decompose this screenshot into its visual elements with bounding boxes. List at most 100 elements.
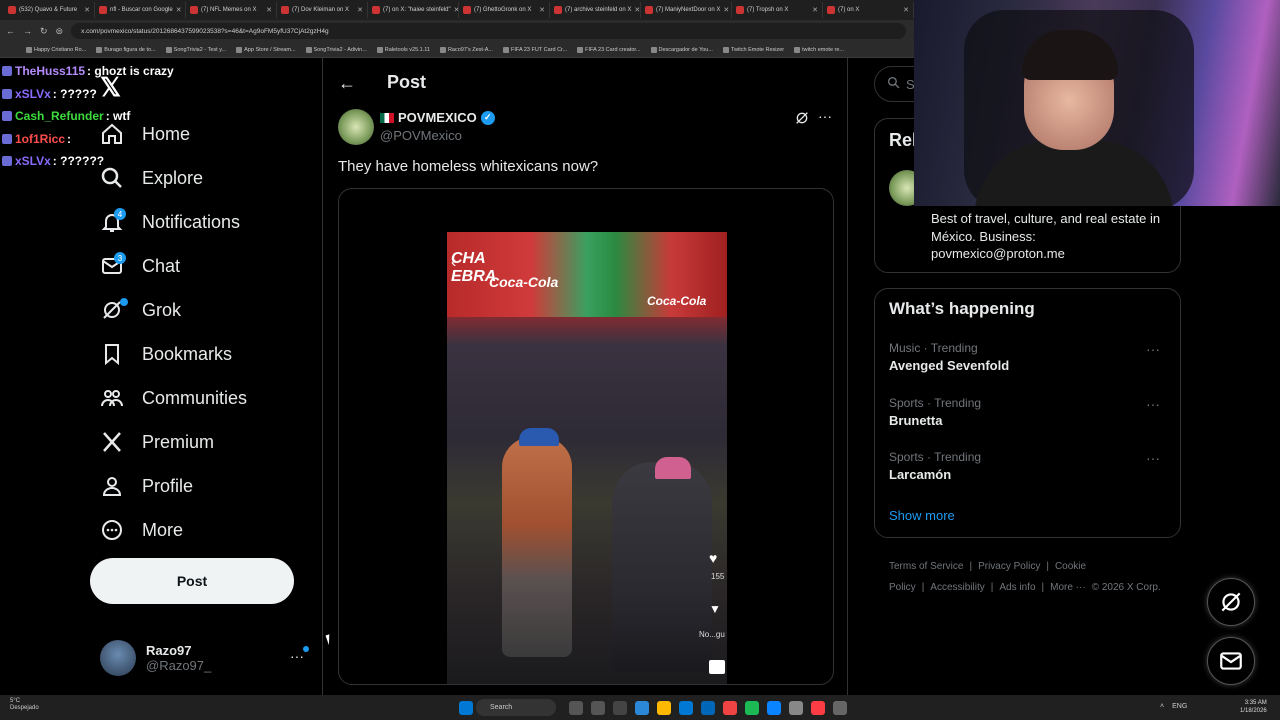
back-icon[interactable]: ←	[6, 26, 15, 36]
post-media[interactable]: CHA EBRA Coca-Cola Coca-Cola ‹ ♥ 155 ▼ No…	[338, 188, 834, 685]
tab-close-icon[interactable]: ✕	[84, 6, 90, 14]
browser-tab[interactable]: nfl - Buscar con Google ✕	[95, 2, 186, 18]
bookmarks-bar: Happy Cristiano Ro... Burago figura de to…	[0, 42, 914, 58]
video-player[interactable]: CHA EBRA Coca-Cola Coca-Cola ‹ ♥ 155 ▼ No…	[447, 232, 727, 684]
tray-chevron-icon[interactable]: ˄	[1160, 703, 1164, 710]
trend-more-icon[interactable]: ···	[1146, 341, 1160, 357]
footer-link[interactable]: © 2026 X Corp.	[1092, 582, 1161, 593]
browser-tab[interactable]: (7) ManiyNextDoor on X ✕	[641, 2, 732, 18]
author-avatar[interactable]	[338, 109, 374, 145]
post-text: They have homeless whitexicans now?	[338, 158, 599, 175]
back-arrow-icon[interactable]: ←	[338, 73, 356, 94]
bookmark-item[interactable]: Burago figura de to...	[96, 46, 156, 53]
browser-tab[interactable]: (7) on X ✕	[823, 2, 914, 18]
bookmark-item[interactable]: Raco97's Zest-A...	[439, 46, 493, 53]
author-name-row[interactable]: POVMEXICO ✓	[380, 110, 495, 125]
bookmark-item[interactable]: Descargador de You...	[650, 46, 713, 53]
trend-item[interactable]: Music · Trending Avenged Sevenfold ···	[889, 341, 1174, 373]
sidebar-item-grok[interactable]: Grok	[90, 288, 320, 332]
taskbar-app-icon[interactable]	[569, 700, 583, 715]
tab-close-icon[interactable]: ✕	[723, 6, 729, 14]
tab-title: (7) on X	[838, 7, 860, 13]
bookmark-item[interactable]: twitch emote re...	[794, 46, 844, 53]
footer-link[interactable]: Terms of Service	[889, 561, 963, 572]
forward-icon[interactable]: →	[23, 26, 32, 36]
tab-close-icon[interactable]: ✕	[176, 6, 182, 14]
chevron-left-icon[interactable]: ‹	[451, 254, 456, 272]
bookmark-item[interactable]: FIFA 23 FUT Card Cr...	[503, 46, 567, 53]
weather-widget[interactable]: 5°C Despejado	[10, 698, 39, 712]
browser-tab[interactable]: (7) Dov Kleiman on X ✕	[277, 2, 368, 18]
taskbar-app-icon[interactable]	[613, 700, 627, 715]
bookmark-item[interactable]: SongTrivia2 - Test y...	[165, 46, 226, 53]
reload-icon[interactable]: ↻	[40, 26, 48, 37]
language-indicator[interactable]: ENG	[1172, 703, 1187, 710]
trend-more-icon[interactable]: ···	[1146, 396, 1160, 412]
browser-tab[interactable]: (7) Tropsh on X ✕	[732, 2, 823, 18]
bookmark-item[interactable]: FIFA 23 Card creator...	[577, 46, 641, 53]
sidebar-item-chat[interactable]: 3 Chat	[90, 244, 320, 288]
comment-icon[interactable]	[709, 660, 725, 674]
taskbar-app-icon[interactable]	[833, 700, 847, 715]
account-more-icon[interactable]: ···	[290, 648, 304, 664]
trend-item[interactable]: Sports · Trending Larcamón ···	[889, 450, 1174, 482]
taskbar-app-icon[interactable]	[591, 700, 605, 715]
taskbar-app-icon[interactable]	[657, 700, 671, 715]
account-switcher[interactable]: Razo97 @Razo97_	[100, 638, 310, 678]
taskbar-app-icon[interactable]	[811, 700, 825, 715]
like-icon[interactable]: ♥	[709, 550, 717, 566]
windows-start-icon[interactable]	[459, 700, 473, 715]
bookmark-item[interactable]: App Store / Stream...	[236, 46, 296, 53]
site-info-icon[interactable]: ⊜	[56, 26, 64, 37]
tab-close-icon[interactable]: ✕	[812, 6, 818, 14]
browser-tab[interactable]: (7) NFL Memes on X ✕	[186, 2, 277, 18]
browser-tab[interactable]: (7) on X: "haiee steinfeld" ✕	[368, 2, 459, 18]
taskbar-app-icon[interactable]	[701, 700, 715, 715]
grok-icon[interactable]	[794, 110, 810, 129]
footer-link[interactable]: Accessibility	[930, 582, 984, 593]
taskbar-app-icon[interactable]	[789, 700, 803, 715]
sidebar-item-profile[interactable]: Profile	[90, 464, 320, 508]
browser-tab[interactable]: (7) GhettoGronk on X ✕	[459, 2, 550, 18]
show-more-link[interactable]: Show more	[889, 508, 955, 523]
sidebar-item-more[interactable]: More	[90, 508, 320, 552]
bookmark-item[interactable]: Twitch Emote Resizer	[722, 46, 784, 53]
taskbar-app-icon[interactable]	[679, 700, 693, 715]
sidebar-item-communities[interactable]: Communities	[90, 376, 320, 420]
tab-close-icon[interactable]: ✕	[357, 6, 363, 14]
url-field[interactable]: x.com/povmexico/status/20126864375990235…	[71, 23, 906, 39]
taskbar-app-icon[interactable]	[767, 700, 781, 715]
tab-close-icon[interactable]: ✕	[903, 6, 909, 14]
author-handle[interactable]: @POVMexico	[380, 128, 462, 143]
bookmark-item[interactable]: SongTrivia2 - Adivin...	[305, 46, 367, 53]
sidebar-item-premium[interactable]: Premium	[90, 420, 320, 464]
tab-close-icon[interactable]: ✕	[634, 6, 640, 14]
footer-link[interactable]: Privacy Policy	[978, 561, 1040, 572]
tab-title: (7) Dov Kleiman on X	[292, 7, 350, 13]
footer-link[interactable]: Ads info	[999, 582, 1035, 593]
chat-username: xSLVx	[15, 86, 51, 101]
taskbar-search[interactable]: Search	[476, 699, 556, 716]
post-button[interactable]: Post	[90, 558, 294, 604]
tab-close-icon[interactable]: ✕	[266, 6, 272, 14]
sidebar-item-bookmarks[interactable]: Bookmarks	[90, 332, 320, 376]
tab-close-icon[interactable]: ✕	[539, 6, 545, 14]
taskbar-app-icon[interactable]	[723, 700, 737, 715]
post-more-icon[interactable]: ···	[818, 108, 832, 124]
dislike-icon[interactable]: ▼	[709, 602, 721, 616]
footer-link[interactable]: More ···	[1050, 582, 1086, 593]
browser-tab[interactable]: (532) Quavo & Future ✕	[4, 2, 95, 18]
chat-username: Cash_Refunder	[15, 109, 104, 124]
trend-more-icon[interactable]: ···	[1146, 450, 1160, 466]
bookmark-favicon-icon	[439, 46, 446, 53]
taskbar-clock[interactable]: 3:35 AM 1/18/2026	[1240, 699, 1267, 715]
messages-fab-button[interactable]	[1207, 637, 1255, 685]
taskbar-app-icon[interactable]	[635, 700, 649, 715]
browser-tab[interactable]: (7) archive steinfeld on X ✕	[550, 2, 641, 18]
grok-fab-button[interactable]	[1207, 578, 1255, 626]
taskbar-app-icon[interactable]	[745, 700, 759, 715]
bookmark-item[interactable]: Raletools v25.1.11	[376, 46, 430, 53]
bookmark-item[interactable]: Happy Cristiano Ro...	[26, 46, 86, 53]
trend-item[interactable]: Sports · Trending Brunetta ···	[889, 396, 1174, 428]
sidebar-item-notifications[interactable]: 4 Notifications	[90, 200, 320, 244]
